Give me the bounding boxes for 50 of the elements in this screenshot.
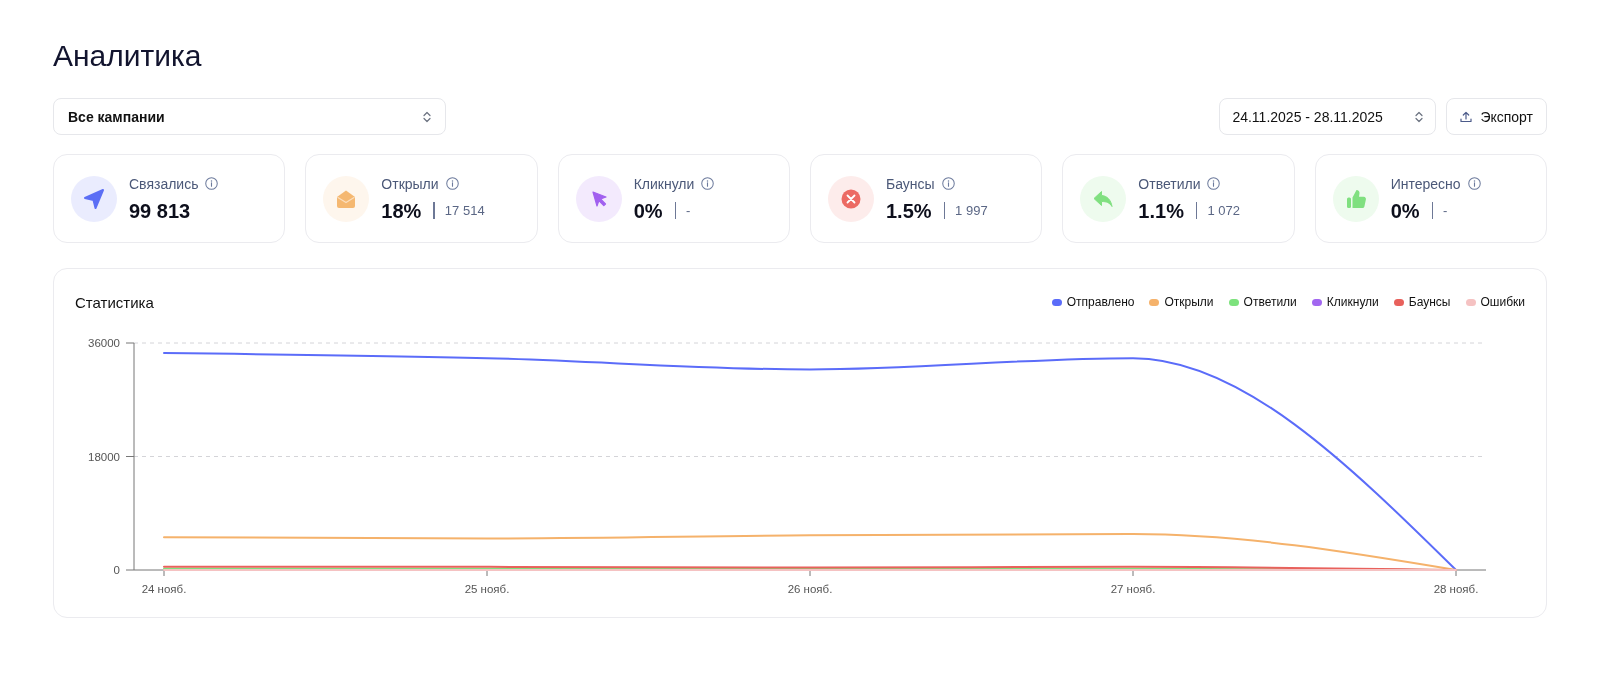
- info-icon[interactable]: [1207, 177, 1221, 190]
- stat-label: Интересно: [1390, 174, 1461, 193]
- date-range-select[interactable]: 24.11.2025 - 28.11.2025: [1219, 98, 1437, 135]
- campaign-select[interactable]: Все кампании: [53, 98, 446, 135]
- paper-plane-icon: [71, 175, 117, 222]
- stat-value: 18%: [381, 198, 422, 223]
- stat-value: 0%: [1390, 198, 1420, 223]
- legend-label: Ответили: [1243, 295, 1297, 309]
- axis-label: 28 нояб.: [1433, 583, 1479, 595]
- stat-count: 17 514: [444, 203, 485, 218]
- axis-label: 36000: [88, 337, 120, 349]
- axis-label: 0: [113, 564, 120, 576]
- export-button[interactable]: Экспорт: [1446, 98, 1547, 135]
- legend-label: Баунсы: [1408, 295, 1451, 309]
- info-icon[interactable]: [701, 177, 715, 190]
- stat-label: Открыли: [381, 174, 439, 193]
- info-icon[interactable]: [941, 177, 955, 190]
- axis-label: 27 нояб.: [1110, 583, 1156, 595]
- info-icon[interactable]: [1467, 177, 1481, 190]
- axis-label: 24 нояб.: [141, 583, 187, 595]
- legend-label: Кликнули: [1326, 295, 1379, 309]
- stat-value: 99 813: [129, 198, 191, 223]
- chart-title: Статистика: [75, 293, 154, 311]
- axis-label: 18000: [88, 450, 120, 463]
- stat-label: Ответили: [1138, 174, 1201, 193]
- chevron-updown-icon: [423, 110, 431, 123]
- stat-label: Кликнули: [633, 174, 695, 193]
- info-icon[interactable]: [445, 177, 459, 190]
- stat-count: -: [1443, 203, 1448, 218]
- stat-value: 1.1%: [1138, 198, 1184, 223]
- info-icon[interactable]: [205, 177, 219, 190]
- stat-count: 1 997: [955, 203, 988, 218]
- axis-label: 26 нояб.: [787, 583, 833, 595]
- legend-label: Открыли: [1164, 295, 1214, 309]
- x-circle-icon: [828, 175, 874, 222]
- stat-label: Связались: [129, 174, 199, 193]
- legend-label: Ошибки: [1480, 295, 1525, 309]
- stat-value: 1.5%: [886, 198, 932, 223]
- chevron-updown-icon: [1415, 110, 1424, 123]
- cursor-icon: [575, 175, 622, 222]
- stat-value: 0%: [633, 198, 663, 223]
- thumbs-up-icon: [1332, 175, 1379, 222]
- stat-count: -: [686, 203, 691, 218]
- stat-label: Баунсы: [886, 174, 935, 193]
- legend-label: Отправлено: [1066, 295, 1135, 309]
- upload-icon: [1460, 110, 1473, 123]
- page-title: Аналитика: [53, 38, 203, 74]
- envelope-icon: [323, 175, 370, 222]
- axis-label: 25 нояб.: [464, 583, 510, 595]
- stat-count: 1 072: [1207, 203, 1240, 218]
